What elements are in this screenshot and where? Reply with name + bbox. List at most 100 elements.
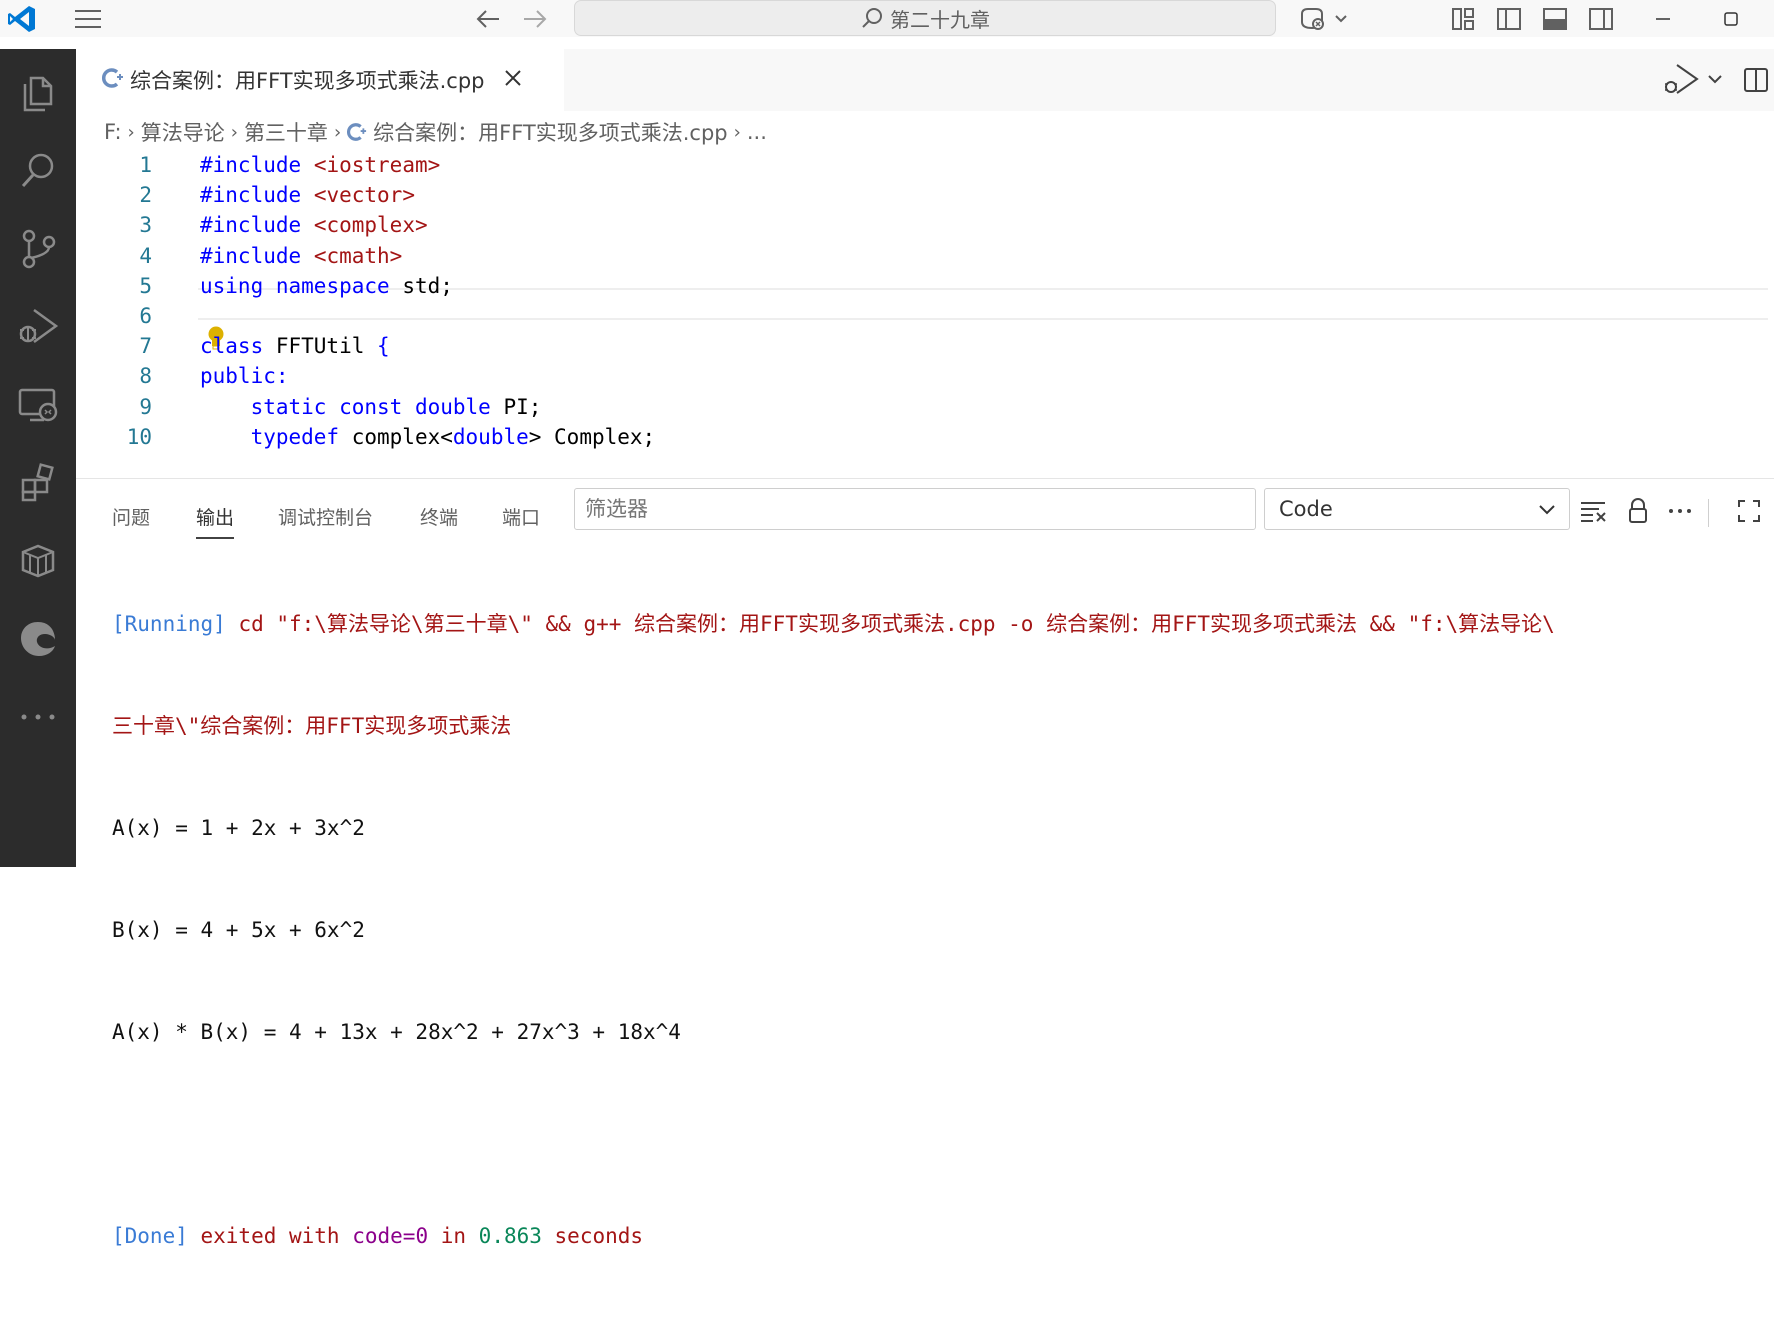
line-number: 10 <box>126 424 152 449</box>
line-number: 5 <box>139 273 152 298</box>
customize-layout-icon[interactable] <box>1448 4 1478 34</box>
output-line-b: B(x) = 4 + 5x + 6x^2 <box>112 918 365 942</box>
output-line-running-cont: 三十章\"综合案例：用FFT实现多项式乘法 <box>112 714 512 738</box>
explorer-icon[interactable] <box>0 61 76 125</box>
tab-debug-console[interactable]: 调试控制台 <box>278 499 373 533</box>
activity-bar <box>0 49 76 867</box>
containers-icon[interactable] <box>0 529 76 593</box>
output-line-running: [Running] cd "f:\算法导论\第三十章\" && g++ 综合案例… <box>112 607 1772 641</box>
code-line: 6 <box>76 299 1696 333</box>
search-icon[interactable] <box>0 139 76 203</box>
chevron-right-icon: › <box>127 121 135 143</box>
filter-input[interactable] <box>574 488 1256 530</box>
breadcrumb-item-subfolder[interactable]: 第三十章 <box>244 117 328 147</box>
breadcrumb: F: › 算法导论 › 第三十章 › 综合案例：用FFT实现多项式乘法.cpp … <box>104 114 767 150</box>
cpp-file-icon <box>101 67 124 93</box>
code-editor[interactable]: 1 #include <iostream> 2 #include <vector> 3 #… <box>76 150 1774 478</box>
title-bar: 第二十九章 <box>0 0 1774 37</box>
line-content: public: <box>200 364 289 389</box>
line-content: static const double PI; <box>250 394 542 419</box>
lock-icon[interactable] <box>1621 494 1655 528</box>
done-seconds: seconds <box>541 1224 644 1248</box>
more-icon[interactable] <box>0 685 76 749</box>
tab-output[interactable]: 输出 <box>196 499 235 539</box>
panel-toolbar-divider <box>1708 499 1709 527</box>
code-line: 4 #include <cmath> <box>76 239 1696 273</box>
remote-explorer-icon[interactable] <box>0 373 76 437</box>
code-line: 3 #include <complex> <box>76 208 1696 242</box>
line-number: 1 <box>139 153 152 177</box>
running-tag: [Running] <box>112 612 226 636</box>
toggle-primary-sidebar-icon[interactable] <box>1494 4 1524 34</box>
line-number: 3 <box>139 213 152 238</box>
code-line: 8 public: <box>76 359 1696 393</box>
maximize-panel-icon[interactable] <box>1732 494 1766 528</box>
breadcrumb-item-folder[interactable]: 算法导论 <box>141 117 225 147</box>
done-tag: [Done] <box>112 1224 188 1248</box>
tab-label: 综合案例：用FFT实现多项式乘法.cpp <box>130 69 485 93</box>
tab-problems[interactable]: 问题 <box>112 499 150 533</box>
tab-ports[interactable]: 端口 <box>502 499 540 533</box>
editor-tabs-bar: 综合案例：用FFT实现多项式乘法.cpp <box>76 49 1774 111</box>
line-number: 2 <box>139 183 152 208</box>
output-channel-select[interactable]: Code <box>1264 488 1570 530</box>
cpp-file-icon <box>347 122 367 142</box>
clear-output-icon[interactable] <box>1576 494 1610 528</box>
editor-tab[interactable]: 综合案例：用FFT实现多项式乘法.cpp <box>76 49 564 111</box>
forward-arrow-icon[interactable] <box>517 4 553 34</box>
search-icon <box>862 8 882 28</box>
line-number: 9 <box>139 394 152 419</box>
run-cpp-file-icon[interactable] <box>1661 61 1731 97</box>
toggle-secondary-sidebar-icon[interactable] <box>1586 4 1616 34</box>
line-number: 8 <box>139 364 152 389</box>
edge-devtools-icon[interactable] <box>0 607 76 671</box>
breadcrumb-item-symbol[interactable]: ... <box>747 120 767 144</box>
code-line: 1 #include <iostream> <box>76 150 1696 182</box>
breadcrumb-item-file[interactable]: 综合案例：用FFT实现多项式乘法.cpp <box>373 117 728 147</box>
chevron-right-icon: › <box>333 121 342 143</box>
back-arrow-icon[interactable] <box>470 4 506 34</box>
chevron-down-icon <box>1537 499 1557 524</box>
code-line: 7 class FFTUtil { <box>76 329 1696 363</box>
done-time: 0.863 <box>478 1224 542 1248</box>
code-line: 10 typedef complex<double> Complex; <box>76 420 1696 454</box>
done-code: code=0 <box>352 1224 429 1248</box>
copilot-icon[interactable] <box>1295 4 1351 34</box>
vscode-logo-icon <box>4 4 40 34</box>
more-actions-icon[interactable] <box>1663 494 1697 528</box>
split-editor-icon[interactable] <box>1739 63 1773 97</box>
command-center-text: 第二十九章 <box>890 7 990 32</box>
minimize-icon[interactable] <box>1646 4 1680 34</box>
run-debug-icon[interactable] <box>0 295 76 359</box>
output-line-product: A(x) * B(x) = 4 + 13x + 28x^2 + 27x^3 + … <box>112 1020 681 1044</box>
maximize-icon[interactable] <box>1714 4 1748 34</box>
line-content: typedef complex<double> Complex; <box>250 424 656 449</box>
line-number: 4 <box>139 243 152 268</box>
output-channel-value: Code <box>1279 497 1333 521</box>
output-log[interactable]: [Running] cd "f:\算法导论\第三十章\" && g++ 综合案例… <box>112 539 1772 1321</box>
breadcrumb-item-drive[interactable]: F: <box>104 120 122 144</box>
command-center-search[interactable]: 第二十九章 <box>574 0 1276 36</box>
code-line: 9 static const double PI; <box>76 390 1696 424</box>
line-content: using namespace std; <box>200 273 453 298</box>
line-content: class FFTUtil { <box>200 334 390 359</box>
menu-icon[interactable] <box>70 4 106 34</box>
chevron-right-icon: › <box>733 121 741 143</box>
toggle-panel-icon[interactable] <box>1540 4 1570 34</box>
extensions-icon[interactable] <box>0 451 76 515</box>
done-in: in <box>428 1224 479 1248</box>
output-line-done: [Done] exited with code=0 in 0.863 secon… <box>112 1219 1772 1253</box>
line-content: #include <vector> <box>200 183 415 208</box>
output-line-a: A(x) = 1 + 2x + 3x^2 <box>112 816 365 840</box>
source-control-icon[interactable] <box>0 217 76 281</box>
running-command: cd "f:\算法导论\第三十章\" && g++ 综合案例：用FFT实现多项式… <box>225 612 1555 636</box>
line-number: 7 <box>139 334 152 359</box>
output-line-blank <box>112 1117 1772 1151</box>
done-exited: exited with <box>187 1224 353 1248</box>
line-content: #include <cmath> <box>200 243 403 268</box>
tab-terminal[interactable]: 终端 <box>420 499 458 533</box>
bottom-panel: 问题 输出 调试控制台 终端 端口 Code [Running] cd "f:\… <box>76 478 1774 1248</box>
close-icon[interactable] <box>503 68 523 92</box>
line-content: #include <iostream> <box>200 153 441 177</box>
code-line: 2 #include <vector> <box>76 178 1696 212</box>
